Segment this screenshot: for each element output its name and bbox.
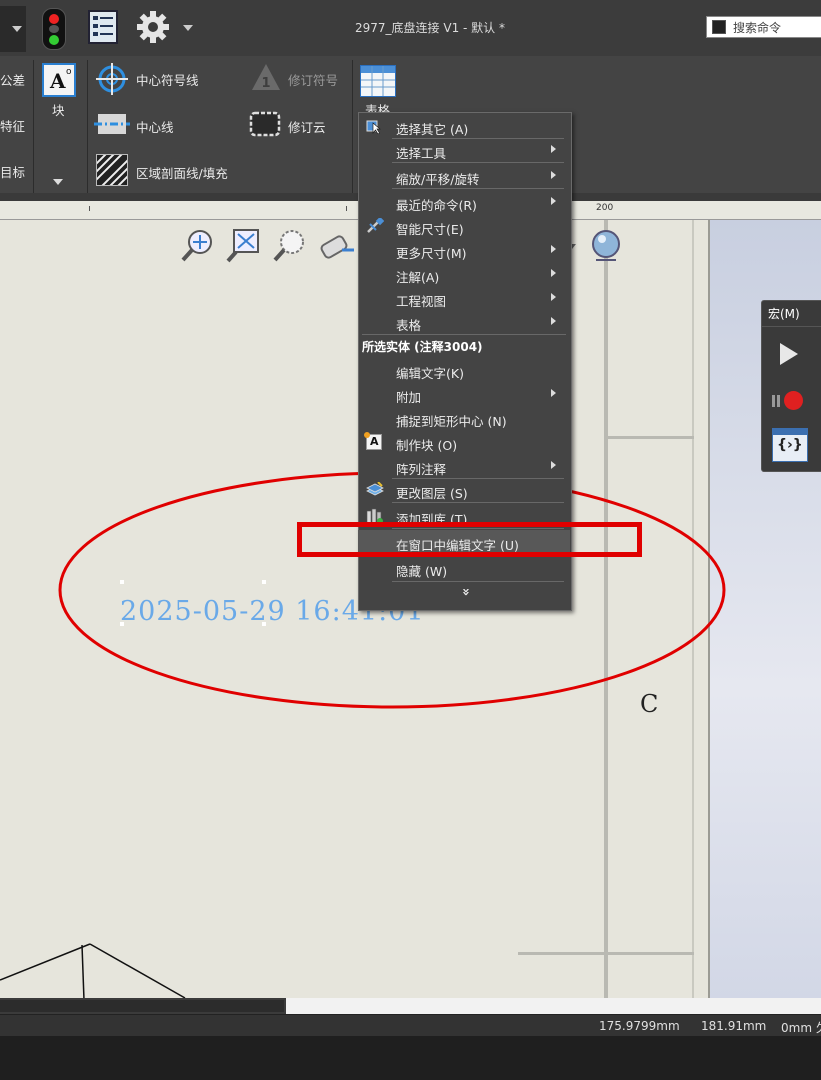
file-properties-icon[interactable]: [88, 10, 118, 44]
ruler-tick-label: 200: [596, 203, 614, 213]
view-sphere-icon[interactable]: [590, 228, 622, 264]
menu-item-label: 缩放/平移/旋转: [396, 172, 480, 187]
sketch-geometry: [0, 943, 186, 1000]
scrollbar-track-left: [0, 1000, 284, 1012]
hatch-fill-icon: [96, 154, 128, 186]
menu-item-drawing-views[interactable]: 工程视图: [358, 286, 570, 310]
zoom-to-area-icon[interactable]: [226, 228, 260, 264]
menu-item-selection-tools[interactable]: 选择工具: [358, 138, 570, 162]
taskbar: [0, 1036, 821, 1080]
menu-item-label: 表格: [396, 318, 422, 333]
menu-item-select-other[interactable]: 选择其它 (A): [358, 114, 570, 138]
run-macro-icon[interactable]: [780, 343, 798, 365]
ribbon-item-tolerance[interactable]: 公差: [0, 70, 25, 89]
submenu-arrow-icon: [551, 389, 556, 397]
status-bar: 175.9799mm 181.91mm 0mm 欠: [0, 1014, 821, 1037]
menu-item-recent-commands[interactable]: 最近的命令(R): [358, 190, 570, 214]
rebuild-traffic-light-icon[interactable]: [42, 8, 66, 50]
menu-item-hide[interactable]: 隐藏 (W): [358, 556, 570, 580]
submenu-arrow-icon: [551, 317, 556, 325]
status-z-coordinate: 0mm 欠: [781, 1021, 821, 1035]
menu-item-label: 选择工具: [396, 146, 447, 161]
menu-item-label: 注解(A): [396, 270, 440, 285]
options-chevron-down-icon[interactable]: [183, 25, 193, 31]
expand-menu-icon[interactable]: »: [455, 584, 473, 600]
menu-item-more-dimensions[interactable]: 更多尺寸(M): [358, 238, 570, 262]
menu-item-smart-dimension[interactable]: 智能尺寸(E): [358, 214, 570, 238]
status-x-coordinate: 175.9799mm: [599, 1019, 680, 1033]
menu-item-label: 制作块 (O): [396, 438, 458, 453]
menu-item-label: 编辑文字(K): [396, 366, 464, 381]
menu-dropdown-button[interactable]: [0, 6, 26, 52]
make-block-icon: A: [364, 432, 382, 450]
gear-icon[interactable]: [136, 10, 170, 44]
red-highlight-rectangle: [297, 522, 642, 557]
menu-item-label: 附加: [396, 390, 422, 405]
status-y-coordinate: 181.91mm: [701, 1019, 767, 1033]
menu-item-label: 工程视图: [396, 294, 447, 309]
submenu-arrow-icon: [551, 461, 556, 469]
submenu-arrow-icon: [551, 197, 556, 205]
block-icon[interactable]: A o: [42, 63, 76, 97]
submenu-arrow-icon: [551, 245, 556, 253]
revision-cloud-icon: [247, 108, 283, 140]
scrollbar-thumb[interactable]: [286, 998, 821, 1014]
revision-cloud-button[interactable]: 修订云: [288, 117, 326, 136]
revision-symbol-button[interactable]: 修订符号: [288, 70, 338, 89]
search-placeholder: 搜索命令: [733, 21, 782, 35]
menu-item-label: 捕捉到矩形中心 (N): [396, 414, 507, 429]
edit-macro-icon[interactable]: {›}: [772, 428, 808, 462]
change-layer-icon: [366, 481, 384, 498]
menu-item-label: 选择其它 (A): [396, 122, 469, 137]
menu-item-label: 更多尺寸(M): [396, 246, 467, 261]
submenu-arrow-icon: [551, 293, 556, 301]
menu-item-change-layer[interactable]: 更改图层 (S): [358, 478, 570, 502]
ribbon-item-target[interactable]: 目标: [0, 162, 25, 181]
ribbon-item-feature[interactable]: 特征: [0, 116, 25, 135]
block-dropdown-chevron-icon[interactable]: [53, 179, 63, 185]
menu-item-annotations[interactable]: 注解(A): [358, 262, 570, 286]
submenu-arrow-icon: [551, 269, 556, 277]
menu-item-label: 智能尺寸(E): [396, 222, 464, 237]
chevron-down-icon: [12, 26, 22, 32]
menu-item-pattern-annotation[interactable]: 阵列注释: [358, 454, 570, 478]
horizontal-scrollbar[interactable]: [0, 998, 821, 1014]
menu-item-label: 最近的命令(R): [396, 198, 477, 213]
menu-section-header: 所选实体 (注释3004): [362, 340, 483, 354]
menu-item-label: 更改图层 (S): [396, 486, 468, 501]
menu-item-tables[interactable]: 表格: [358, 310, 570, 334]
menu-item-snap-to-rect-center[interactable]: 捕捉到矩形中心 (N): [358, 406, 570, 430]
center-mark-icon: [94, 62, 130, 96]
menu-item-edit-text[interactable]: 编辑文字(K): [358, 358, 570, 382]
centerline-icon: [94, 110, 130, 138]
search-commands-input[interactable]: 搜索命令: [706, 16, 821, 38]
macro-panel-title: 宏(M): [768, 307, 800, 321]
submenu-arrow-icon: [551, 145, 556, 153]
previous-view-icon[interactable]: [316, 228, 356, 264]
zoom-to-selection-icon[interactable]: [272, 228, 306, 264]
centerline-button[interactable]: 中心线: [136, 117, 174, 136]
select-other-icon: [366, 118, 382, 135]
center-mark-button[interactable]: 中心符号线: [136, 70, 199, 89]
zoom-to-fit-icon[interactable]: [180, 228, 214, 264]
hatch-fill-button[interactable]: 区域剖面线/填充: [136, 163, 228, 182]
menu-item-label: 隐藏 (W): [396, 564, 448, 579]
command-prompt-icon: [712, 20, 726, 34]
menu-item-make-block[interactable]: A 制作块 (O): [358, 430, 570, 454]
table-icon[interactable]: [360, 65, 396, 97]
smart-dimension-icon: [366, 216, 385, 234]
svg-text:1: 1: [261, 76, 270, 91]
block-label[interactable]: 块: [52, 100, 65, 119]
menu-item-label: 阵列注释: [396, 462, 447, 477]
window-title: 2977_底盘连接 V1 - 默认 *: [355, 21, 505, 35]
submenu-arrow-icon: [551, 171, 556, 179]
menu-item-zoom-pan-rotate[interactable]: 缩放/平移/旋转: [358, 164, 570, 188]
menu-item-attach[interactable]: 附加: [358, 382, 570, 406]
record-macro-icon[interactable]: [772, 390, 803, 412]
revision-symbol-icon: 1: [250, 62, 282, 92]
